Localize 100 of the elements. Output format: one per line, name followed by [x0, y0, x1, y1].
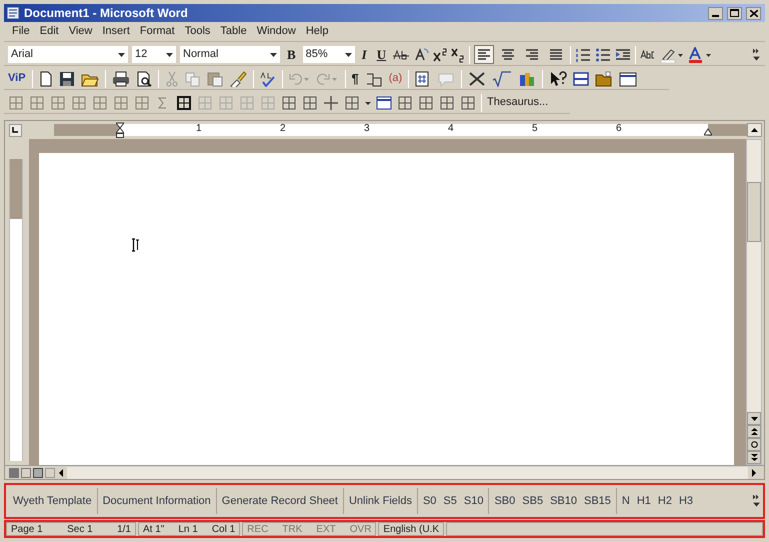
left-arrow-icon[interactable] [57, 468, 65, 476]
browse-object-button[interactable] [747, 438, 761, 451]
menu-item[interactable]: Table [220, 23, 247, 40]
help-pointer-icon[interactable] [549, 70, 568, 86]
menu-item[interactable]: View [68, 23, 92, 40]
previous-page-button[interactable] [747, 425, 761, 438]
toolbar-options-icon[interactable] [753, 493, 761, 509]
new-document-icon[interactable] [38, 70, 53, 86]
toolbar-button[interactable]: H2 [658, 492, 672, 510]
case-change-icon[interactable] [413, 46, 430, 62]
font-name-field[interactable]: Arial [8, 46, 128, 63]
print-preview-icon[interactable] [136, 70, 152, 86]
menu-item[interactable]: File [12, 23, 30, 40]
paintbrush-icon[interactable] [228, 70, 247, 86]
toolbar-button[interactable]: SB15 [584, 492, 611, 510]
save-icon[interactable] [58, 70, 75, 86]
align-left-icon [476, 46, 492, 62]
cross-icon[interactable] [323, 94, 339, 110]
maximize-button[interactable] [727, 6, 742, 20]
close-button[interactable] [746, 6, 761, 20]
double-up-arrow-icon [750, 428, 758, 435]
paste-icon[interactable] [206, 70, 223, 86]
status-text: Sec 1 [67, 522, 93, 536]
toolbar-button[interactable]: SB0 [494, 492, 516, 510]
font-color-icon[interactable] [688, 46, 712, 62]
toolbar-button[interactable]: Generate Record Sheet [222, 492, 338, 510]
highlighter-icon[interactable] [660, 46, 684, 62]
menu-item[interactable]: Window [256, 23, 296, 40]
window-icon[interactable] [619, 70, 638, 86]
ruler-number: 4 [448, 123, 454, 135]
table-grid-icon[interactable] [8, 94, 24, 110]
scroll-thumb[interactable] [747, 182, 761, 242]
show-formatting-button[interactable]: ¶ [352, 68, 359, 88]
table-grid-icon[interactable] [92, 94, 108, 110]
bold-button[interactable]: B [284, 44, 299, 64]
toolbar-button[interactable]: SB5 [522, 492, 544, 510]
zoom-field[interactable]: 85% [302, 46, 355, 63]
toolbar-button[interactable]: H3 [678, 492, 694, 510]
status-text: REC [247, 522, 268, 536]
font-size-field[interactable]: 12 [132, 46, 176, 63]
window-title: Document1 - Microsoft Word [24, 5, 188, 22]
window-icon[interactable] [376, 94, 392, 110]
printer-icon[interactable] [112, 70, 130, 86]
close-icon [750, 10, 758, 16]
indent-marker-icon[interactable] [116, 122, 124, 138]
toolbar-button[interactable]: H1 [636, 492, 651, 510]
tab-selector-button[interactable] [9, 124, 22, 136]
text-box-icon[interactable] [364, 70, 383, 86]
print-view-button[interactable] [33, 468, 43, 478]
scroll-down-button[interactable] [747, 412, 761, 425]
bulleted-list-icon[interactable] [595, 46, 612, 62]
toolbar-button[interactable]: Wyeth Template [13, 492, 92, 510]
ruler-number: 2 [280, 123, 286, 135]
normal-view-button[interactable] [9, 468, 19, 478]
underline-button[interactable]: U [374, 44, 390, 64]
toolbar-button[interactable]: S10 [464, 492, 484, 510]
indent-icon[interactable] [615, 46, 632, 62]
numbered-list-icon[interactable] [575, 46, 592, 62]
scroll-up-button[interactable] [747, 123, 762, 137]
table-grid-icon[interactable] [29, 94, 45, 110]
document-icon [6, 6, 20, 20]
toolbar-button[interactable]: S0 [422, 492, 436, 510]
split-window-icon[interactable] [573, 70, 590, 86]
menu-item[interactable]: Format [140, 23, 175, 40]
next-page-button[interactable] [747, 451, 761, 464]
toolbar-options-icon[interactable] [753, 46, 761, 62]
minimize-button[interactable] [708, 6, 723, 20]
italic-button[interactable]: I [358, 44, 370, 64]
thesaurus-button[interactable]: Thesaurus... [487, 94, 548, 111]
square-root-icon[interactable] [492, 70, 512, 86]
grid-icon[interactable] [176, 94, 192, 110]
menu-item[interactable]: Edit [40, 23, 59, 40]
vertical-scrollbar[interactable] [746, 139, 762, 465]
horizontal-scrollbar[interactable] [67, 466, 748, 478]
folder-icon[interactable] [595, 70, 614, 86]
up-arrow-icon [751, 128, 758, 132]
menu-item[interactable]: Tools [184, 23, 210, 40]
books-icon[interactable] [518, 70, 536, 86]
ruler-number: 5 [532, 123, 538, 135]
toolbar-button[interactable]: N [622, 492, 630, 510]
status-text: Page 1 [11, 522, 43, 536]
align-button[interactable] [474, 45, 494, 64]
right-arrow-icon[interactable] [750, 468, 758, 476]
menu-item[interactable]: Insert [102, 23, 130, 40]
toolbar-button[interactable]: Unlink Fields [348, 492, 412, 510]
field-button[interactable]: (a) [388, 70, 402, 87]
field-code-icon[interactable] [415, 70, 432, 86]
toolbar-button[interactable]: SB10 [550, 492, 577, 510]
subscript-icon[interactable] [451, 46, 466, 62]
menu-item[interactable]: Help [306, 23, 328, 40]
style-field[interactable]: Normal [180, 46, 280, 63]
justify-icon [548, 46, 564, 62]
spelling-check-icon[interactable] [260, 70, 276, 86]
toolbar-button[interactable]: S5 [443, 492, 457, 510]
table-grid-icon[interactable] [71, 94, 87, 110]
table-grid-icon[interactable] [50, 94, 66, 110]
web-view-button[interactable] [21, 468, 31, 478]
vip-button[interactable]: ViP [8, 70, 26, 87]
superscript-icon[interactable] [433, 46, 448, 62]
toolbar-button[interactable]: Document Information [102, 492, 211, 510]
